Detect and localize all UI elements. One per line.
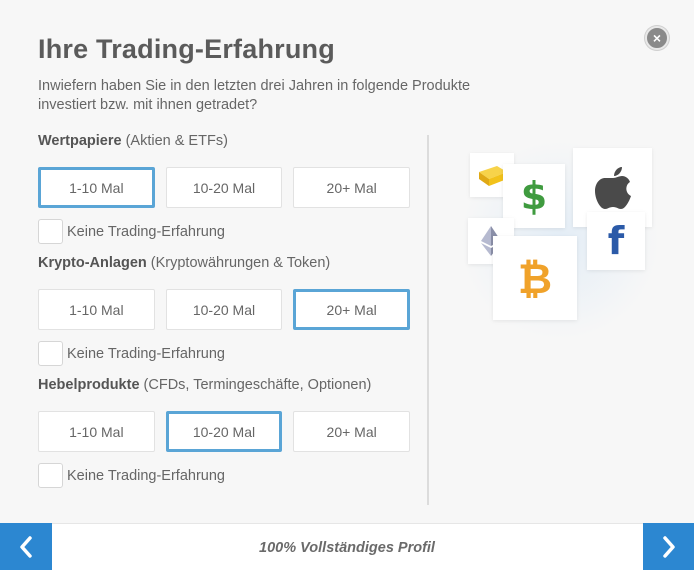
- option-10-20[interactable]: 10-20 Mal: [165, 289, 283, 330]
- option-10-20[interactable]: 10-20 Mal: [165, 411, 283, 452]
- section-wertpapiere: Wertpapiere (Aktien & ETFs) 1-10 Mal 10-…: [38, 133, 410, 244]
- chevron-left-icon: [20, 535, 32, 558]
- section-hebelprodukte: Hebelprodukte (CFDs, Termingeschäfte, Op…: [38, 377, 410, 488]
- facebook-icon: f: [607, 219, 625, 263]
- vertical-divider: [427, 135, 429, 505]
- apple-icon: [594, 166, 631, 209]
- no-experience-checkbox[interactable]: [38, 341, 63, 366]
- no-experience-option[interactable]: Keine Trading-Erfahrung: [38, 219, 410, 244]
- no-experience-label: Keine Trading-Erfahrung: [67, 223, 225, 240]
- no-experience-label: Keine Trading-Erfahrung: [67, 467, 225, 484]
- option-1-10[interactable]: 1-10 Mal: [38, 289, 155, 330]
- section-krypto-anlagen: Krypto-Anlagen (Kryptowährungen & Token)…: [38, 255, 410, 366]
- option-1-10[interactable]: 1-10 Mal: [38, 411, 155, 452]
- section-title: Hebelprodukte (CFDs, Termingeschäfte, Op…: [38, 377, 372, 393]
- chevron-right-icon: [662, 535, 675, 558]
- option-20-plus[interactable]: 20+ Mal: [293, 411, 410, 452]
- facebook-tile: f: [587, 212, 645, 270]
- frequency-options: 1-10 Mal 10-20 Mal 20+ Mal: [38, 167, 410, 208]
- profile-progress-text: 100% Vollständiges Profil: [259, 540, 435, 556]
- no-experience-option[interactable]: Keine Trading-Erfahrung: [38, 341, 410, 366]
- option-1-10[interactable]: 1-10 Mal: [38, 167, 155, 208]
- no-experience-option[interactable]: Keine Trading-Erfahrung: [38, 463, 410, 488]
- next-button[interactable]: [643, 523, 694, 570]
- section-title: Wertpapiere (Aktien & ETFs): [38, 133, 228, 149]
- option-20-plus[interactable]: 20+ Mal: [293, 289, 410, 330]
- frequency-options: 1-10 Mal 10-20 Mal 20+ Mal: [38, 289, 410, 330]
- dollar-icon: $: [520, 174, 548, 218]
- close-icon: ×: [652, 30, 662, 46]
- section-title: Krypto-Anlagen (Kryptowährungen & Token): [38, 255, 331, 271]
- no-experience-checkbox[interactable]: [38, 463, 63, 488]
- close-button[interactable]: ×: [645, 26, 669, 50]
- page-title: Ihre Trading-Erfahrung: [38, 34, 335, 64]
- page-subtitle: Inwiefern haben Sie in den letzten drei …: [38, 78, 471, 113]
- bitcoin-icon: ₿: [517, 253, 553, 303]
- bitcoin-tile: ₿: [493, 236, 577, 320]
- no-experience-label: Keine Trading-Erfahrung: [67, 345, 225, 362]
- option-20-plus[interactable]: 20+ Mal: [293, 167, 410, 208]
- option-10-20[interactable]: 10-20 Mal: [165, 167, 283, 208]
- back-button[interactable]: [0, 523, 52, 570]
- no-experience-checkbox[interactable]: [38, 219, 63, 244]
- frequency-options: 1-10 Mal 10-20 Mal 20+ Mal: [38, 411, 410, 452]
